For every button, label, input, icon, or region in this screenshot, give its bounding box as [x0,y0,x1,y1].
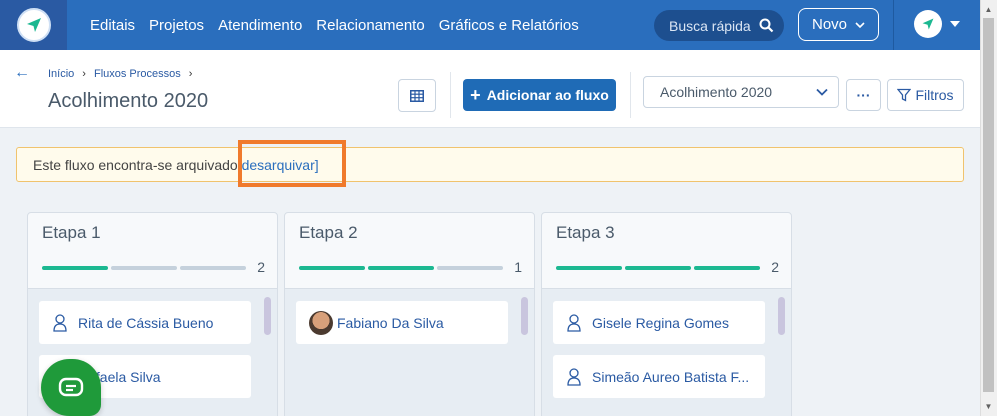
person-icon [567,313,581,332]
progress-segment [694,266,760,270]
column-title: Etapa 2 [299,223,358,242]
add-button-label: Adicionar ao fluxo [486,87,609,103]
flow-select-value: Acolhimento 2020 [660,84,773,100]
card-name: Fabiano Da Silva [337,314,444,331]
column-count: 2 [771,259,779,275]
novo-button[interactable]: Novo [798,8,879,41]
table-icon [410,89,424,102]
flow-select[interactable]: Acolhimento 2020 [643,76,839,108]
scrollbar-thumb[interactable] [983,18,994,392]
table-view-button[interactable] [398,79,436,112]
highlight-box [238,140,346,187]
avatar [914,10,942,38]
kanban-column: Etapa 3 2 Gisele Regina Gomes Simeão Aur… [541,212,792,416]
column-body: Fabiano Da Silva [285,288,534,416]
avatar [309,310,333,335]
quick-search[interactable]: Busca rápida [654,10,784,41]
progress-segment [556,266,622,270]
progress-segment [42,266,108,270]
nav-atendimento[interactable]: Atendimento [218,17,302,34]
archived-text: Este fluxo encontra-se arquivado [33,156,238,173]
caret-down-icon [950,21,960,27]
nav-relacionamento[interactable]: Relacionamento [316,17,424,34]
breadcrumb-inicio[interactable]: Início [48,68,74,80]
column-title: Etapa 1 [42,223,101,242]
search-icon [759,18,774,33]
filters-button[interactable]: Filtros [887,79,964,111]
card-name: Rita de Cássia Bueno [78,314,214,331]
list-item[interactable]: Fabiano Da Silva [296,301,508,344]
chat-icon [58,377,84,396]
chat-button[interactable] [41,359,101,416]
app-logo[interactable] [0,0,67,50]
list-item[interactable]: Simeão Aureo Batista F... [553,355,765,398]
scroll-down-icon[interactable]: ▼ [983,400,994,412]
column-progress [299,266,503,270]
main-nav: Editais Projetos Atendimento Relacioname… [90,0,579,50]
column-scrollbar[interactable] [264,297,271,335]
breadcrumb: Início › Fluxos Processos › [48,68,192,80]
page-title: Acolhimento 2020 [48,90,209,112]
chevron-down-icon [816,88,828,96]
column-body: Gisele Regina Gomes Simeão Aureo Batista… [542,288,791,416]
column-progress [42,266,246,270]
add-to-flow-button[interactable]: + Adicionar ao fluxo [463,79,616,111]
filters-label: Filtros [915,87,954,103]
column-count: 2 [257,259,265,275]
list-item[interactable]: Gisele Regina Gomes [553,301,765,344]
progress-segment [437,266,503,270]
column-scrollbar[interactable] [521,297,528,335]
more-options-button[interactable]: ··· [846,79,881,111]
kanban-column: Etapa 2 1 Fabiano Da Silva [284,212,535,416]
page-header: ← Início › Fluxos Processos › Acolhiment… [0,50,980,128]
person-icon [53,313,67,332]
logo-icon [16,8,51,42]
nav-editais[interactable]: Editais [90,17,135,34]
plus-icon: + [470,85,481,105]
novo-label: Novo [811,16,848,33]
list-item[interactable]: Rita de Cássia Bueno [39,301,251,344]
column-scrollbar[interactable] [778,297,785,335]
chevron-right-icon: › [82,68,86,80]
card-name: Gisele Regina Gomes [592,314,729,331]
progress-segment [299,266,365,270]
column-title: Etapa 3 [556,223,615,242]
filter-icon [897,88,912,102]
nav-graficos-relatorios[interactable]: Gráficos e Relatórios [439,17,579,34]
column-count: 1 [514,259,522,275]
top-navbar: Editais Projetos Atendimento Relacioname… [0,0,980,50]
progress-segment [180,266,246,270]
breadcrumb-fluxos[interactable]: Fluxos Processos [94,68,181,80]
archived-banner: Este fluxo encontra-se arquivado [desarqu… [16,147,964,182]
search-placeholder: Busca rápida [669,17,751,34]
user-menu[interactable] [914,10,960,38]
chevron-down-icon [855,21,865,28]
progress-segment [368,266,434,270]
progress-segment [625,266,691,270]
nav-divider [893,0,894,50]
nav-projetos[interactable]: Projetos [149,17,204,34]
scroll-up-icon[interactable]: ▲ [983,3,994,15]
back-arrow-icon[interactable]: ← [14,64,30,82]
divider [450,72,451,118]
column-progress [556,266,760,270]
card-name: Simeão Aureo Batista F... [592,368,750,385]
chevron-right-icon: › [188,68,193,80]
person-icon [567,367,581,386]
progress-segment [111,266,177,270]
divider [630,72,631,118]
